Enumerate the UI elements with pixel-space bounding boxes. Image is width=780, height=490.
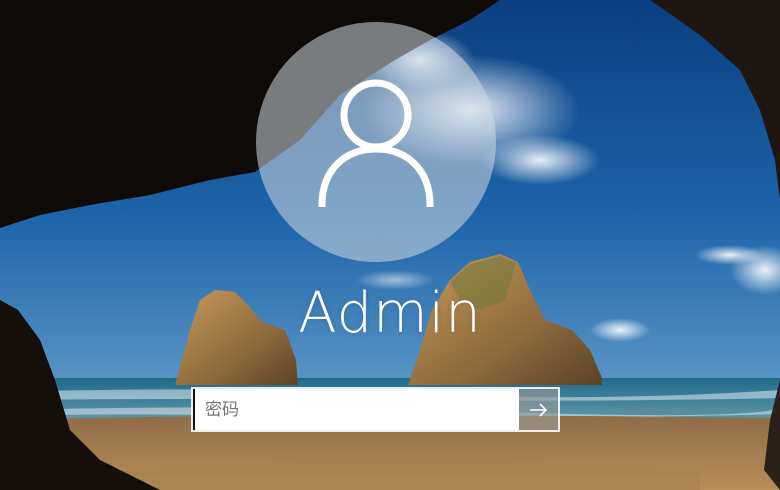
password-entry-row (191, 387, 560, 432)
password-input[interactable] (193, 389, 519, 430)
user-silhouette-icon (318, 79, 434, 207)
user-avatar (256, 22, 496, 262)
submit-button[interactable] (519, 389, 558, 430)
user-name: Admin (298, 281, 482, 346)
lock-screen: Admin (0, 0, 780, 490)
arrow-right-icon (529, 402, 547, 417)
